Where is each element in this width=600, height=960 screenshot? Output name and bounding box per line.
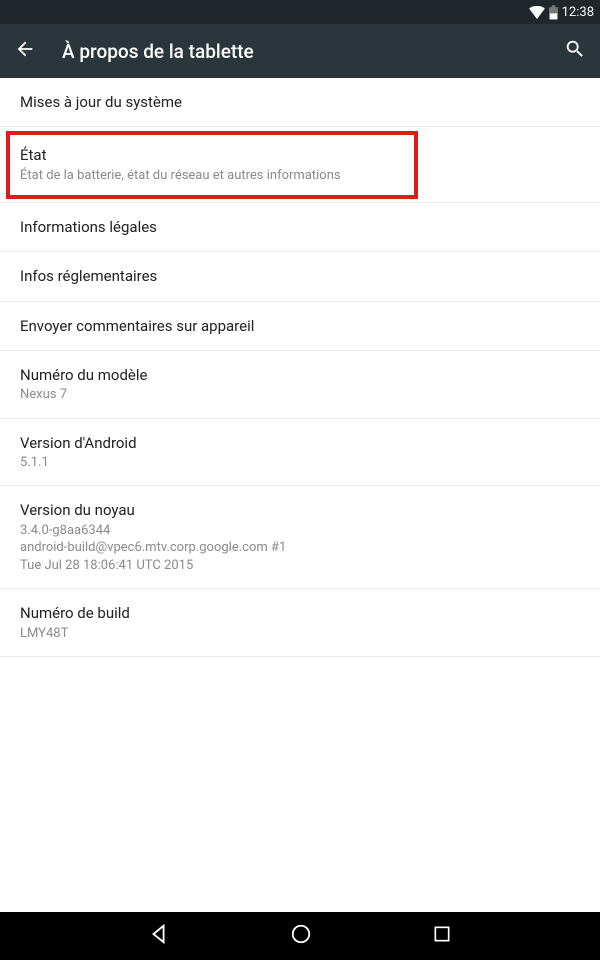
back-icon[interactable] [14,38,36,64]
app-bar: À propos de la tablette [0,24,600,78]
row-build[interactable]: Numéro de build LMY48T [0,589,600,657]
nav-recent-icon[interactable] [432,924,452,948]
row-value: Nexus 7 [20,386,580,404]
page-title: À propos de la tablette [62,40,564,63]
clock-time: 12:38 [562,5,594,20]
row-model[interactable]: Numéro du modèle Nexus 7 [0,351,600,419]
row-regulatory[interactable]: Infos réglementaires [0,252,600,301]
row-feedback[interactable]: Envoyer commentaires sur appareil [0,302,600,351]
row-kernel[interactable]: Version du noyau 3.4.0-g8aa6344 android-… [0,486,600,589]
row-title: État [20,145,580,165]
wifi-icon [529,6,545,19]
row-subtitle: État de la batterie, état du réseau et a… [20,167,580,185]
row-title: Envoyer commentaires sur appareil [20,316,580,336]
row-title: Version d'Android [20,433,580,453]
nav-back-icon[interactable] [148,923,170,949]
settings-list: Mises à jour du système État État de la … [0,78,600,657]
row-title: Informations légales [20,217,580,237]
row-value: LMY48T [20,625,580,643]
status-bar: 12:38 [0,0,600,24]
row-value: 3.4.0-g8aa6344 android-build@vpec6.mtv.c… [20,522,580,575]
row-legal[interactable]: Informations légales [0,203,600,252]
row-title: Numéro de build [20,603,580,623]
navigation-bar [0,912,600,960]
nav-home-icon[interactable] [290,923,312,949]
row-status[interactable]: État État de la batterie, état du réseau… [0,127,600,203]
row-title: Mises à jour du système [20,92,580,112]
row-title: Version du noyau [20,500,580,520]
search-icon[interactable] [564,38,586,64]
row-title: Infos réglementaires [20,266,580,286]
row-value: 5.1.1 [20,454,580,472]
row-android-version[interactable]: Version d'Android 5.1.1 [0,419,600,487]
row-title: Numéro du modèle [20,365,580,385]
row-system-update[interactable]: Mises à jour du système [0,78,600,127]
battery-icon [549,5,558,20]
